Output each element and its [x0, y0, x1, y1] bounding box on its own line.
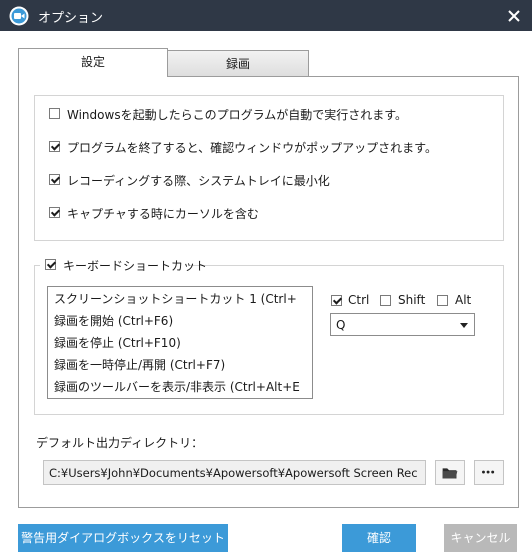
hotkey-enable-checkbox[interactable]	[45, 259, 56, 270]
exit-confirm-label: プログラムを終了すると、確認ウィンドウがポップアップされます。	[67, 141, 437, 155]
hotkey-list[interactable]: スクリーンショットショートカット 1 (Ctrl+ 録画を開始 (Ctrl+F6…	[47, 286, 313, 399]
ellipsis-icon	[482, 470, 495, 474]
minimize-tray-checkbox[interactable]	[49, 174, 60, 185]
autostart-label: Windowsを起動したらこのプログラムが自動で実行されます。	[67, 108, 408, 122]
list-item[interactable]: 録画を停止 (Ctrl+F10)	[54, 334, 181, 351]
tab-settings[interactable]: 設定	[18, 48, 168, 77]
close-icon[interactable]	[504, 6, 524, 26]
alt-label: Alt	[455, 293, 472, 307]
hotkey-key-dropdown[interactable]: Q	[330, 313, 475, 336]
hotkey-legend: キーボードショートカット	[40, 256, 207, 274]
folder-icon	[442, 468, 458, 479]
list-item[interactable]: スクリーンショットショートカット 1 (Ctrl+	[54, 290, 297, 307]
hotkey-legend-label: キーボードショートカット	[63, 259, 208, 273]
alt-checkbox[interactable]	[437, 295, 448, 306]
autostart-checkbox[interactable]	[49, 108, 60, 119]
minimize-tray-label: レコーディングする際、システムトレイに最小化	[67, 174, 330, 188]
list-item[interactable]: 録画を開始 (Ctrl+F6)	[54, 312, 173, 329]
include-cursor-label: キャプチャする時にカーソルを含む	[67, 207, 259, 221]
ctrl-checkbox[interactable]	[331, 295, 342, 306]
window-title: オプション	[38, 11, 104, 26]
output-path-field[interactable]: C:¥Users¥John¥Documents¥Apowersoft¥Apowe…	[43, 460, 426, 485]
list-item[interactable]: 録画のツールバーを表示/非表示 (Ctrl+Alt+E	[54, 378, 300, 395]
output-path-value: C:¥Users¥John¥Documents¥Apowersoft¥Apowe…	[49, 466, 418, 480]
title-bar: オプション	[0, 0, 532, 31]
app-logo-icon	[9, 6, 29, 26]
chevron-down-icon	[460, 323, 468, 328]
exit-confirm-checkbox[interactable]	[49, 141, 60, 152]
cancel-button[interactable]: キャンセル	[444, 524, 517, 552]
hotkey-key-value: Q	[336, 318, 346, 332]
reset-dialogs-button[interactable]: 警告用ダイアログボックスをリセット	[18, 524, 228, 552]
include-cursor-checkbox[interactable]	[49, 207, 60, 218]
ok-button[interactable]: 確認	[342, 524, 416, 552]
shift-label: Shift	[398, 293, 426, 307]
output-dir-label: デフォルト出力ディレクトリ：	[36, 436, 204, 450]
tab-recording[interactable]: 録画	[167, 50, 309, 77]
more-options-button[interactable]	[474, 460, 504, 485]
shift-checkbox[interactable]	[380, 295, 391, 306]
list-item[interactable]: 録画を一時停止/再開 (Ctrl+F7)	[54, 356, 225, 373]
ctrl-label: Ctrl	[348, 293, 370, 307]
browse-folder-button[interactable]	[435, 460, 465, 485]
